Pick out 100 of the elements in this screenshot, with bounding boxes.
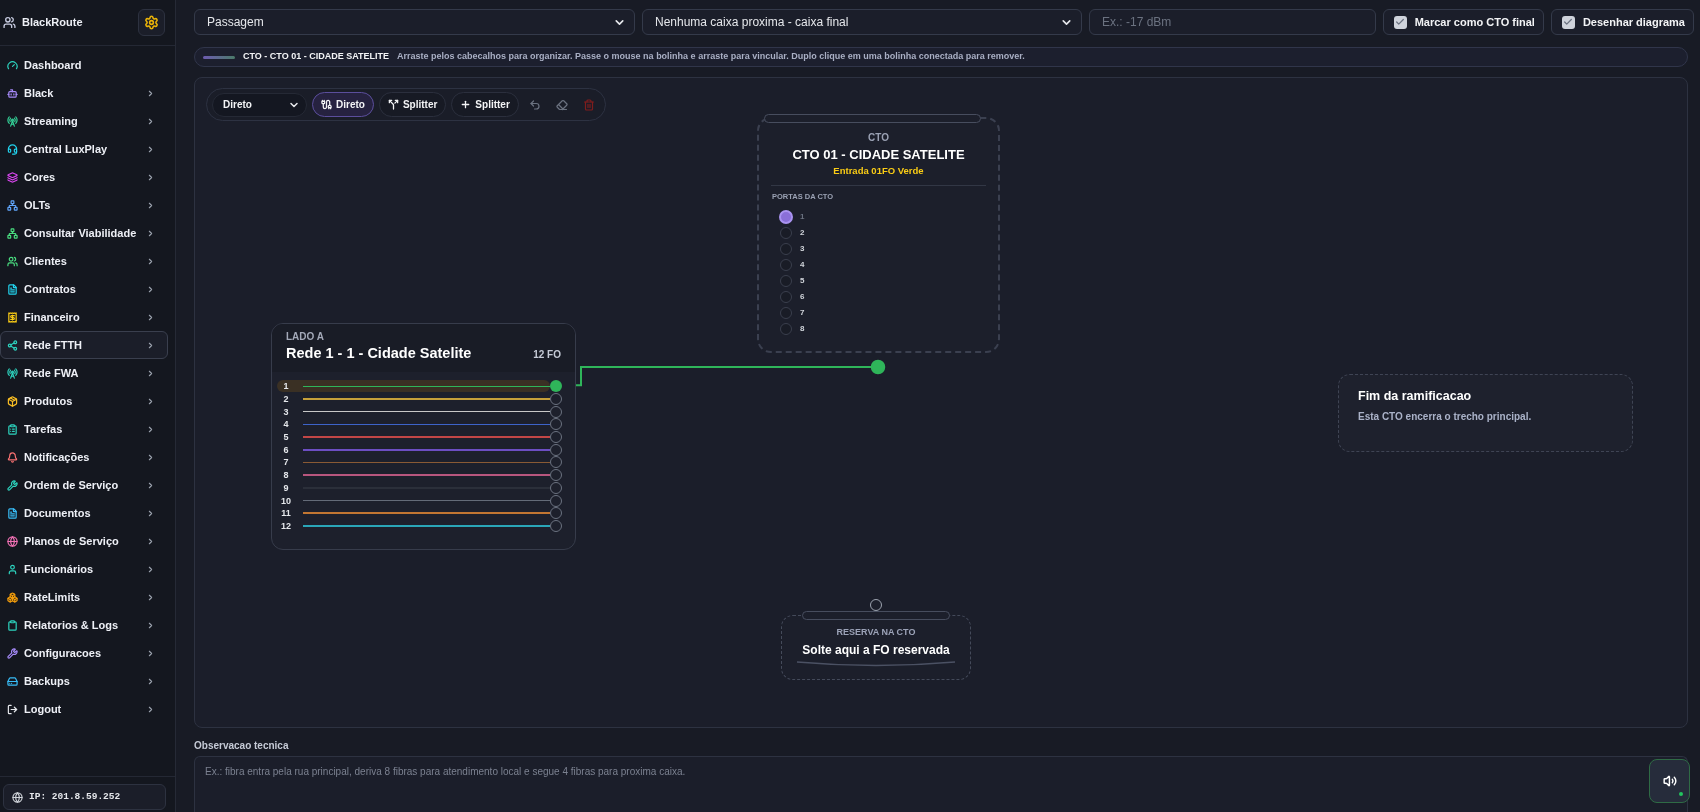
fiber-endpoint-icon[interactable] xyxy=(550,456,562,469)
sidebar-item[interactable]: Financeiro xyxy=(0,303,168,331)
network-icon xyxy=(7,227,18,239)
sound-button[interactable] xyxy=(1649,759,1690,803)
fiber-endpoint-icon[interactable] xyxy=(550,481,562,494)
next-box-select[interactable]: Nenhuma caixa proxima - caixa final xyxy=(642,9,1082,35)
sidebar-item[interactable]: Clientes xyxy=(0,247,168,275)
fiber-endpoint-icon[interactable] xyxy=(550,431,562,444)
sidebar-item[interactable]: Rede FTTH xyxy=(0,331,168,359)
tool-button[interactable]: Direto xyxy=(312,92,374,117)
tool-button[interactable]: Splitter xyxy=(451,92,519,117)
fiber-endpoint-icon[interactable] xyxy=(550,418,562,431)
sidebar-item-label: Relatorios & Logs xyxy=(24,617,120,633)
sidebar-item[interactable]: Documentos xyxy=(0,499,168,527)
port-number: 7 xyxy=(800,307,805,319)
port-number: 6 xyxy=(800,291,805,303)
tray-arc-icon xyxy=(796,661,956,667)
hint-title: CTO - CTO 01 - CIDADE SATELITE xyxy=(243,50,389,64)
sidebar-item[interactable]: Relatorios & Logs xyxy=(0,611,168,639)
fiber-endpoint-icon[interactable] xyxy=(550,393,562,406)
fiber-endpoint-icon[interactable] xyxy=(550,494,562,507)
sidebar-item-label: Planos de Serviço xyxy=(24,533,120,549)
sidebar-item-label: Documentos xyxy=(24,505,92,521)
sidebar-item[interactable]: Cores xyxy=(0,163,168,191)
reserve-handle-icon[interactable] xyxy=(870,599,882,611)
broadcast-tower-icon xyxy=(7,367,18,379)
sidebar-item[interactable]: OLTs xyxy=(0,191,168,219)
fiber-endpoint-icon[interactable] xyxy=(550,405,562,418)
sidebar-item[interactable]: Tarefas xyxy=(0,415,168,443)
port-number: 5 xyxy=(800,275,805,287)
sidebar-item[interactable]: Ordem de Serviço xyxy=(0,471,168,499)
fiber-number: 1 xyxy=(282,380,290,393)
fiber-number: 12 xyxy=(280,519,292,532)
loss-input[interactable]: Ex.: -17 dBm xyxy=(1089,9,1376,35)
hint-text: Arraste pelos cabecalhos para organizar. Passe o mouse na bolinha e arraste para vincular. Duplo clique em uma bolinha conectada para remover. xyxy=(397,50,1025,64)
sidebar-item-label: Consultar Viabilidade xyxy=(24,225,138,241)
sidebar-item[interactable]: Funcionários xyxy=(0,555,168,583)
sidebar-item-label: Tarefas xyxy=(24,421,64,437)
fiber-row-highlight[interactable]: 1 xyxy=(277,380,550,393)
fiber-endpoint-icon[interactable] xyxy=(550,443,562,456)
mode-select[interactable]: Direto xyxy=(212,92,307,117)
chevron-right-icon xyxy=(146,452,155,462)
chevron-right-icon xyxy=(146,116,155,126)
eraser-icon xyxy=(555,98,568,111)
wrench-icon xyxy=(7,479,18,491)
sidebar-item[interactable]: Logout xyxy=(0,695,168,723)
drag-handle[interactable] xyxy=(764,114,981,123)
chevron-right-icon xyxy=(146,200,155,210)
chevron-right-icon xyxy=(146,368,155,378)
layers-icon xyxy=(7,171,18,183)
fiber-number: 11 xyxy=(280,507,292,520)
sidebar-item[interactable]: Configuracoes xyxy=(0,639,168,667)
chevron-right-icon xyxy=(146,536,155,546)
fiber-number: 9 xyxy=(282,481,290,494)
drag-handle[interactable] xyxy=(802,611,950,620)
sidebar-item[interactable]: Black xyxy=(0,79,168,107)
notes-textarea[interactable]: Ex.: fibra entra pela rua principal, deriva 8 fibras para atendimento local e segue 4 fibras para proxima caixa. xyxy=(194,756,1688,812)
users-icon xyxy=(3,16,16,29)
checkmark-icon xyxy=(1563,17,1574,27)
port-number: 2 xyxy=(800,227,805,239)
fiber-endpoint-icon[interactable] xyxy=(550,380,562,393)
sidebar-item[interactable]: Dashboard xyxy=(0,51,168,79)
fiber-endpoint-icon[interactable] xyxy=(550,507,562,520)
port-number: 8 xyxy=(800,323,805,335)
checkbox-option[interactable]: Desenhar diagrama xyxy=(1550,9,1694,35)
box-icon xyxy=(7,395,18,407)
broadcast-tower-icon xyxy=(7,115,18,127)
connection-type-select[interactable]: Passagem xyxy=(194,9,635,35)
sidebar-item[interactable]: Produtos xyxy=(0,387,168,415)
sidebar-item[interactable]: Notificações xyxy=(0,443,168,471)
gear-icon xyxy=(144,15,159,30)
sidebar-item-label: Backups xyxy=(24,673,71,689)
sidebar-item-label: Configuracoes xyxy=(24,645,102,661)
sidebar-item[interactable]: Rede FWA xyxy=(0,359,168,387)
checkbox[interactable] xyxy=(1393,15,1407,29)
cable-card[interactable]: LADO A Rede 1 - 1 - Cidade Satelite 12 FO 1 2 3 4 5 6 7 8 9 10 11 12 xyxy=(271,323,576,550)
sidebar-item[interactable]: Planos de Serviço xyxy=(0,527,168,555)
checkbox[interactable] xyxy=(1561,15,1575,29)
globe-icon xyxy=(12,791,23,803)
sidebar-item[interactable]: RateLimits xyxy=(0,583,168,611)
fiber-endpoint-icon[interactable] xyxy=(550,469,562,482)
tool-button[interactable]: Splitter xyxy=(378,92,447,117)
sidebar-item-label: Logout xyxy=(24,701,63,717)
sidebar-item-label: Streaming xyxy=(24,113,79,129)
globe-icon xyxy=(7,535,18,547)
plus-icon xyxy=(460,99,472,110)
sidebar-item[interactable]: Streaming xyxy=(0,107,168,135)
sidebar-item[interactable]: Central LuxPlay xyxy=(0,135,168,163)
sidebar-item[interactable]: Consultar Viabilidade xyxy=(0,219,168,247)
fiber-endpoint-icon[interactable] xyxy=(550,519,562,532)
trash-icon xyxy=(582,98,595,111)
sidebar-item-label: Rede FTTH xyxy=(24,337,84,353)
sidebar-item[interactable]: Backups xyxy=(0,667,168,695)
settings-button[interactable] xyxy=(138,9,165,36)
sidebar-item[interactable]: Contratos xyxy=(0,275,168,303)
checkbox-option[interactable]: Marcar como CTO final xyxy=(1382,9,1544,35)
fiber-number: 2 xyxy=(282,393,290,406)
port-number: 1 xyxy=(800,211,805,223)
sidebar-item-label: Contratos xyxy=(24,281,77,297)
sidebar-item-label: Ordem de Serviço xyxy=(24,477,120,493)
